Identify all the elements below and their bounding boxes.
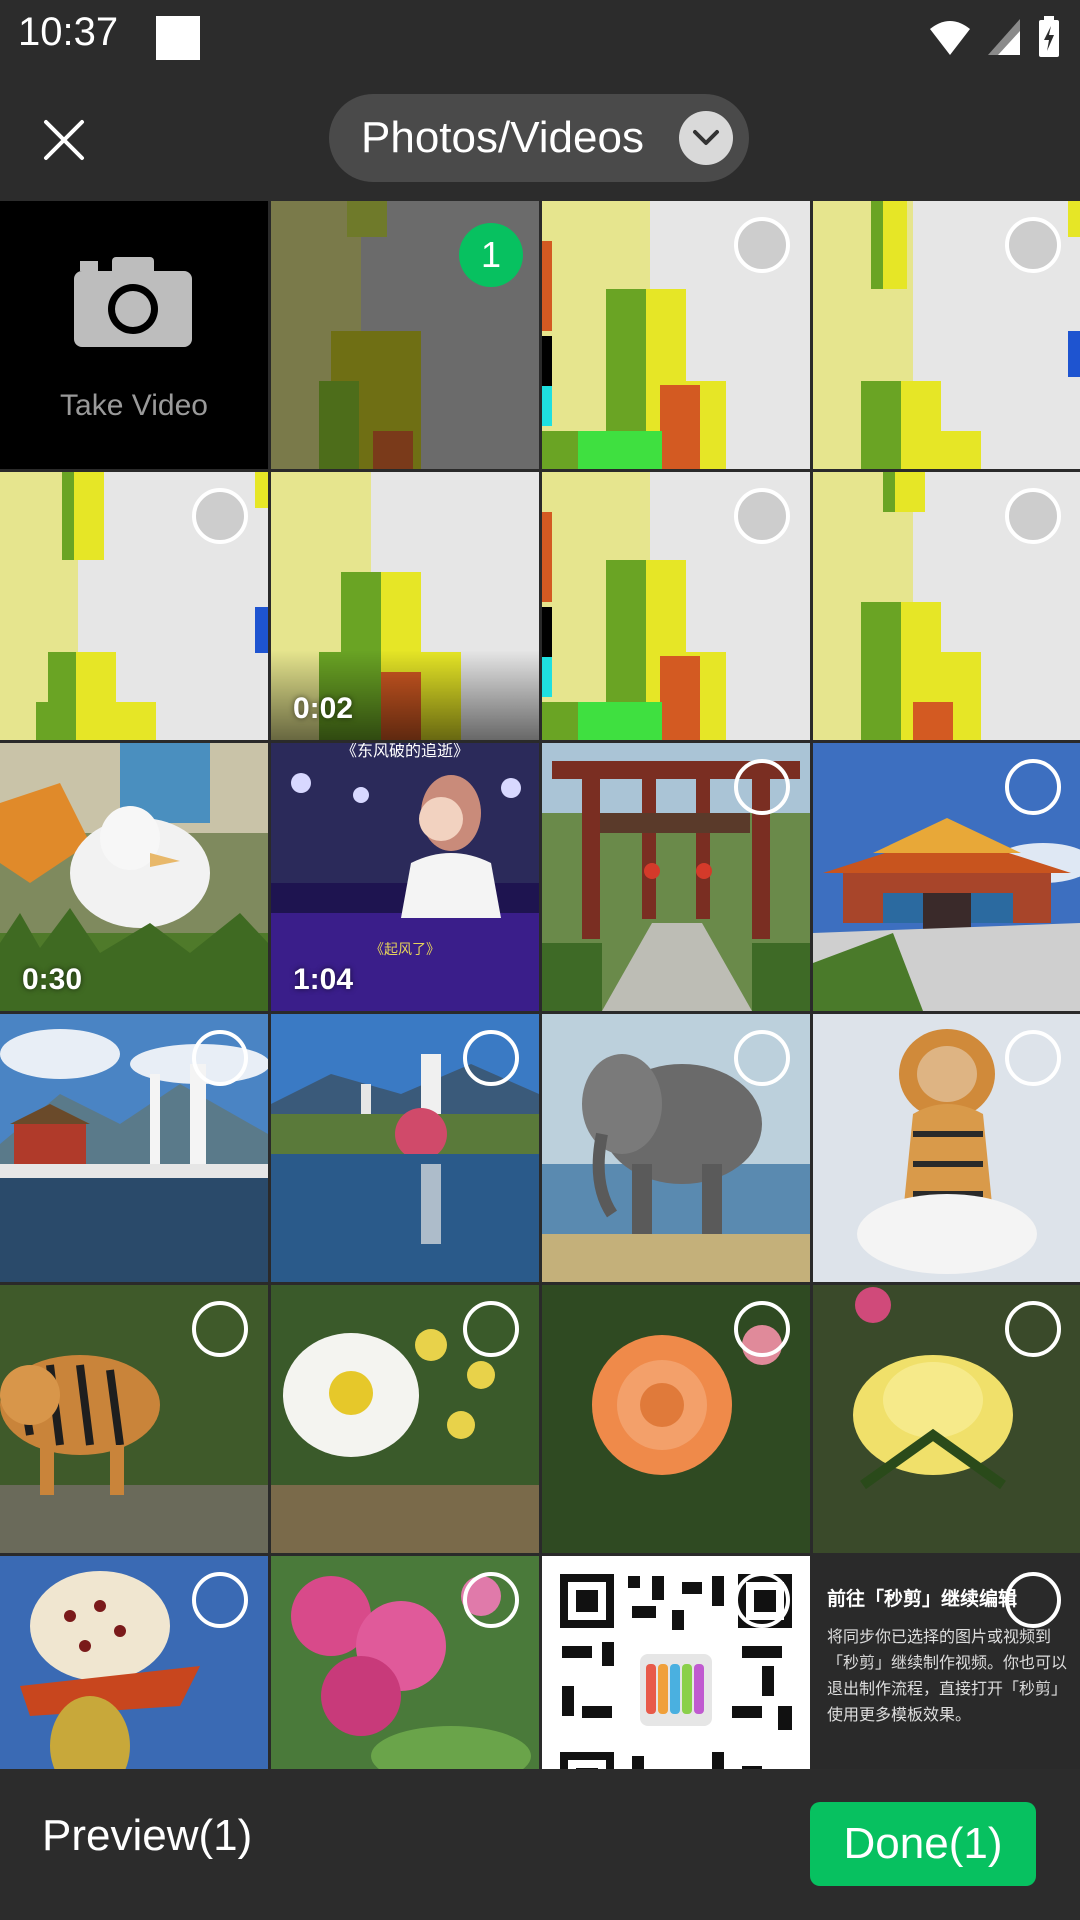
media-tile[interactable] bbox=[542, 201, 810, 469]
notification-icon bbox=[156, 16, 200, 60]
media-tile[interactable] bbox=[813, 201, 1080, 469]
header: Photos/Videos bbox=[0, 76, 1080, 201]
media-tile[interactable] bbox=[271, 1285, 539, 1553]
media-tile[interactable] bbox=[542, 1556, 810, 1769]
select-circle[interactable] bbox=[1005, 1301, 1061, 1357]
close-button[interactable] bbox=[28, 104, 100, 176]
media-tile[interactable] bbox=[542, 472, 810, 740]
camera-icon bbox=[74, 257, 192, 347]
media-tile[interactable] bbox=[0, 472, 268, 740]
media-tile[interactable]: 0:30 bbox=[0, 743, 268, 1011]
take-video-label: Take Video bbox=[60, 389, 208, 422]
select-circle[interactable] bbox=[734, 488, 790, 544]
select-circle[interactable] bbox=[1005, 217, 1061, 273]
select-circle[interactable] bbox=[734, 1030, 790, 1086]
status-icons bbox=[928, 14, 1062, 60]
media-tile[interactable]: 1 bbox=[271, 201, 539, 469]
media-tile[interactable] bbox=[542, 1014, 810, 1282]
video-caption-top: 《东风破的追逝》 bbox=[340, 743, 469, 760]
promo-body: 将同步你已选择的图片或视频到「秒剪」继续制作视频。你也可以退出制作流程，直接打开… bbox=[827, 1629, 1068, 1724]
take-video-tile[interactable]: Take Video bbox=[0, 201, 268, 469]
select-circle[interactable] bbox=[463, 1301, 519, 1357]
select-circle[interactable] bbox=[463, 1030, 519, 1086]
done-button[interactable]: Done(1) bbox=[810, 1802, 1036, 1886]
select-circle[interactable] bbox=[192, 1030, 248, 1086]
media-tile[interactable] bbox=[813, 472, 1080, 740]
video-duration: 0:30 bbox=[22, 963, 83, 996]
close-icon bbox=[44, 120, 84, 160]
media-tile[interactable] bbox=[0, 1556, 268, 1769]
select-circle[interactable] bbox=[192, 1301, 248, 1357]
video-caption-bottom: 《起风了》 bbox=[370, 941, 440, 957]
album-selector[interactable]: Photos/Videos bbox=[329, 94, 749, 182]
video-duration: 0:02 bbox=[293, 692, 354, 725]
select-circle[interactable] bbox=[192, 1572, 248, 1628]
media-tile[interactable] bbox=[813, 1014, 1080, 1282]
select-circle[interactable] bbox=[734, 1301, 790, 1357]
select-circle[interactable] bbox=[192, 488, 248, 544]
chevron-down-icon bbox=[679, 111, 733, 165]
promo-tile[interactable]: 前往「秒剪」继续编辑 将同步你已选择的图片或视频到「秒剪」继续制作视频。你也可以… bbox=[813, 1556, 1080, 1769]
media-tile[interactable] bbox=[813, 1285, 1080, 1553]
media-tile[interactable] bbox=[813, 743, 1080, 1011]
media-grid: Take Video 1 0:02 0:30 《东风破的追逝》 《起风了》 1:… bbox=[0, 201, 1080, 1769]
media-tile[interactable] bbox=[542, 743, 810, 1011]
select-circle[interactable] bbox=[734, 217, 790, 273]
select-circle[interactable] bbox=[1005, 759, 1061, 815]
select-circle[interactable] bbox=[734, 759, 790, 815]
select-circle[interactable] bbox=[1005, 1030, 1061, 1086]
status-time: 10:37 bbox=[18, 10, 119, 54]
media-tile[interactable]: 0:02 bbox=[271, 472, 539, 740]
select-circle[interactable] bbox=[1005, 488, 1061, 544]
status-bar: 10:37 bbox=[0, 0, 1080, 76]
media-tile[interactable] bbox=[0, 1014, 268, 1282]
media-tile[interactable] bbox=[271, 1556, 539, 1769]
album-label: Photos/Videos bbox=[361, 113, 644, 162]
media-tile[interactable] bbox=[271, 1014, 539, 1282]
select-circle[interactable] bbox=[463, 1572, 519, 1628]
select-circle[interactable] bbox=[1005, 1572, 1061, 1628]
media-tile[interactable] bbox=[542, 1285, 810, 1553]
bottom-bar: Preview(1) Done(1) bbox=[0, 1769, 1080, 1920]
battery-charging-icon bbox=[1039, 16, 1059, 57]
media-tile[interactable] bbox=[0, 1285, 268, 1553]
preview-button[interactable]: Preview(1) bbox=[42, 1811, 252, 1861]
selected-badge[interactable]: 1 bbox=[459, 223, 523, 287]
wifi-icon bbox=[930, 21, 970, 55]
video-duration: 1:04 bbox=[293, 963, 354, 996]
select-circle[interactable] bbox=[734, 1572, 790, 1628]
signal-icon bbox=[988, 19, 1020, 55]
media-tile[interactable]: 《东风破的追逝》 《起风了》 1:04 bbox=[271, 743, 539, 1011]
